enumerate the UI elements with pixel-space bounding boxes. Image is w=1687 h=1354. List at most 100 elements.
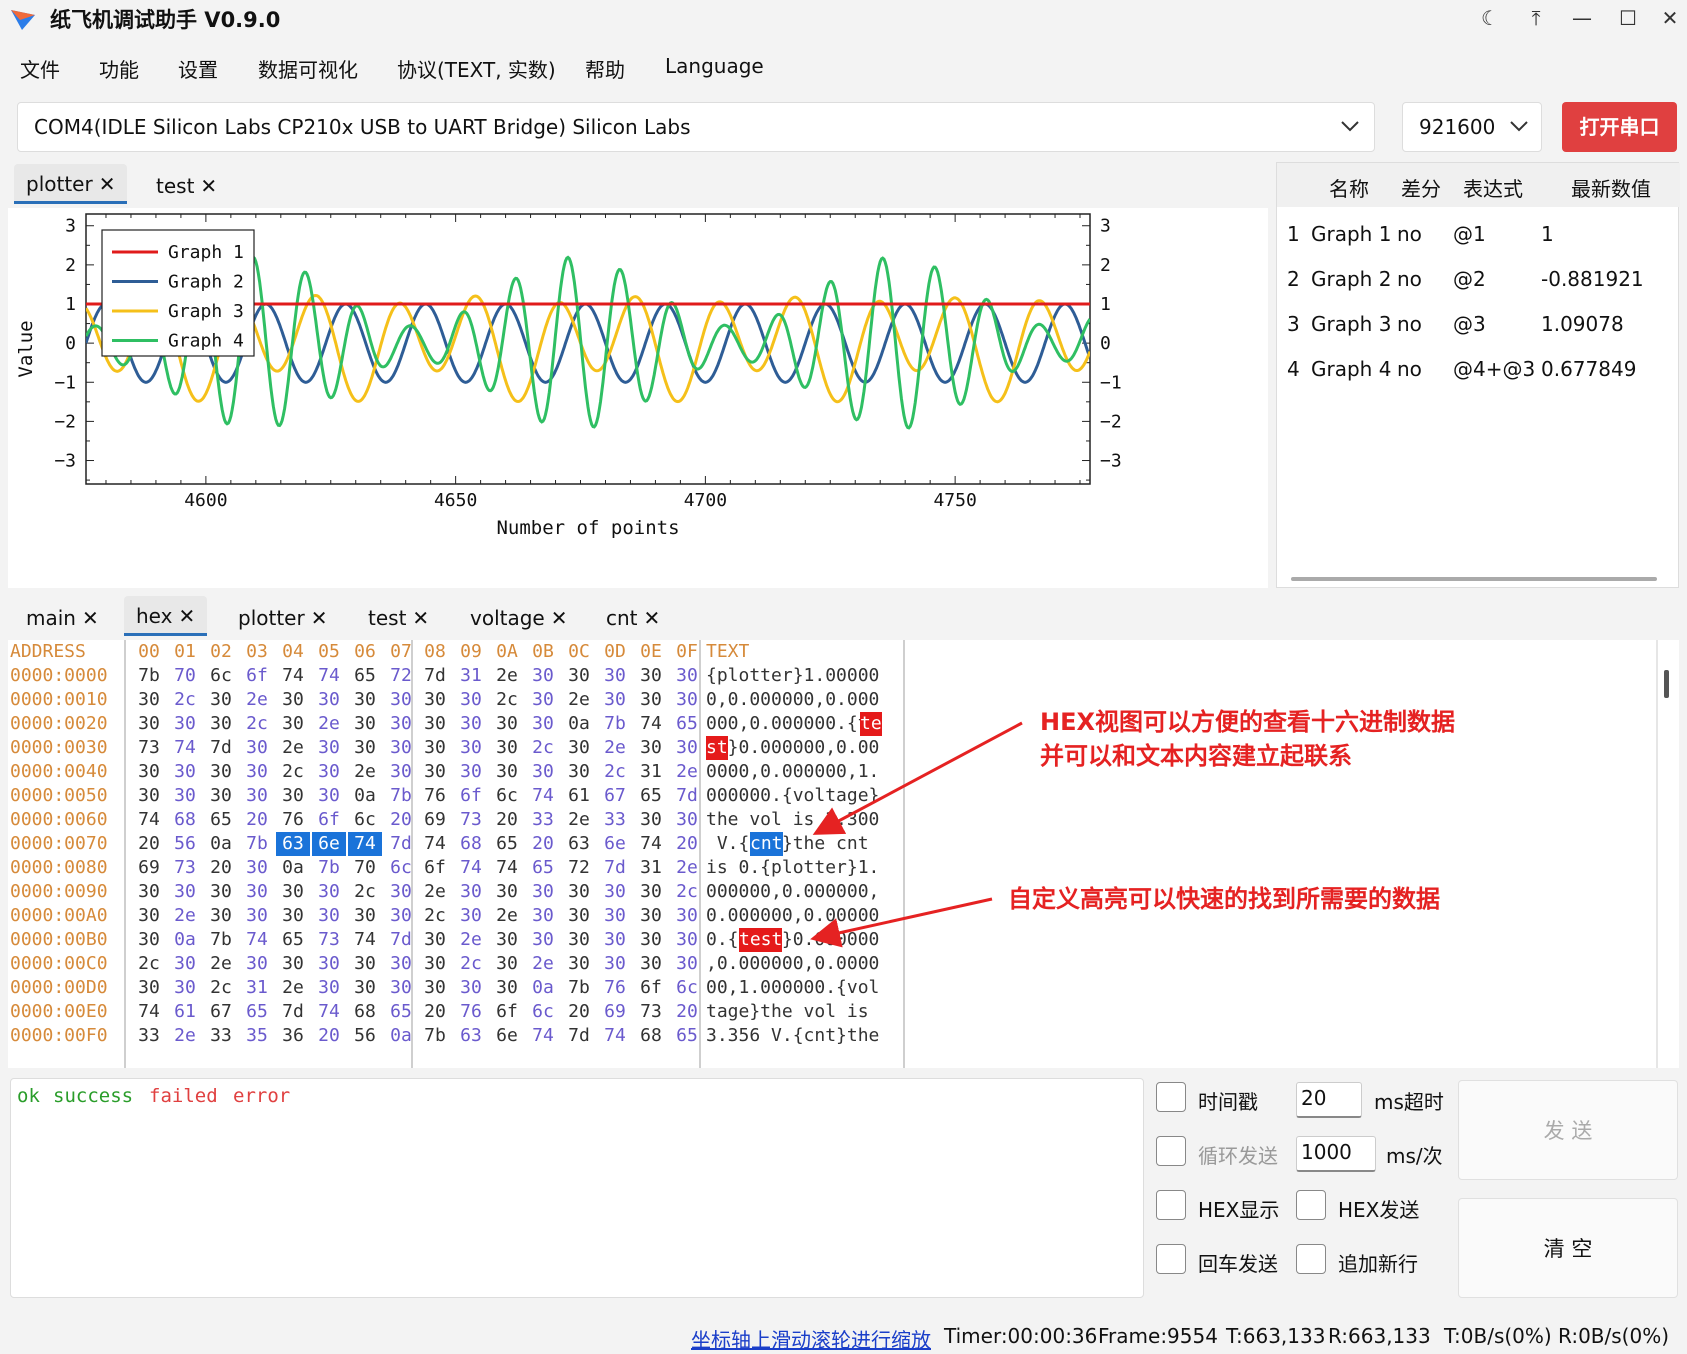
hex-byte[interactable]: 30 [526, 928, 560, 952]
hex-display-checkbox[interactable] [1156, 1190, 1186, 1220]
hex-byte[interactable]: 30 [418, 952, 452, 976]
hex-byte[interactable]: 30 [562, 880, 596, 904]
hex-byte[interactable]: 30 [454, 976, 488, 1000]
hex-byte[interactable]: 2e [312, 712, 346, 736]
tab-cnt[interactable]: cnt ✕ [594, 598, 672, 638]
hex-byte[interactable]: 6c [670, 976, 704, 1000]
table-row[interactable]: 3 Graph 3 no @3 1.09078 [1277, 302, 1680, 347]
hex-byte[interactable]: 30 [634, 880, 668, 904]
hex-byte[interactable]: 30 [348, 688, 382, 712]
hex-byte[interactable]: 30 [418, 688, 452, 712]
hex-byte[interactable]: 2e [670, 856, 704, 880]
hex-byte[interactable]: 2c [204, 976, 238, 1000]
hex-byte[interactable]: 67 [598, 784, 632, 808]
hex-byte[interactable]: 30 [526, 760, 560, 784]
baud-select[interactable]: 921600 [1402, 102, 1542, 152]
hex-byte[interactable]: 2e [490, 664, 524, 688]
send-button[interactable]: 发 送 [1458, 1080, 1678, 1180]
hex-text[interactable]: 000000,0.000000, [706, 880, 879, 904]
hex-byte[interactable]: 30 [598, 664, 632, 688]
hex-byte[interactable]: 0a [384, 1024, 418, 1048]
hex-text[interactable]: the vol is 3.300 [706, 808, 879, 832]
hex-byte[interactable]: 30 [312, 880, 346, 904]
hex-byte[interactable]: 7d [562, 1024, 596, 1048]
hex-byte[interactable]: 31 [240, 976, 274, 1000]
hex-byte[interactable]: 30 [312, 904, 346, 928]
hex-byte[interactable]: 7d [384, 928, 418, 952]
hex-byte[interactable]: 63 [454, 1024, 488, 1048]
hex-byte[interactable]: 30 [132, 760, 166, 784]
hex-byte[interactable]: 30 [634, 664, 668, 688]
hex-byte[interactable]: 30 [634, 736, 668, 760]
close-icon[interactable]: ✕ [99, 172, 116, 196]
cr-send-checkbox[interactable] [1156, 1244, 1186, 1274]
hex-byte[interactable]: 69 [598, 1000, 632, 1024]
hex-byte[interactable]: 30 [204, 760, 238, 784]
hex-byte[interactable]: 7d [598, 856, 632, 880]
hex-byte[interactable]: 7b [384, 784, 418, 808]
hex-byte[interactable]: 68 [634, 1024, 668, 1048]
hex-byte[interactable]: 2e [168, 904, 202, 928]
hex-byte[interactable]: 67 [204, 1000, 238, 1024]
hex-byte[interactable]: 2c [240, 712, 274, 736]
hex-byte[interactable]: 6f [418, 856, 452, 880]
hex-byte[interactable]: 30 [670, 808, 704, 832]
hex-byte[interactable]: 6c [526, 1000, 560, 1024]
hex-byte[interactable]: 2e [598, 736, 632, 760]
hex-byte[interactable]: 30 [526, 880, 560, 904]
hex-byte[interactable]: 30 [526, 712, 560, 736]
hex-byte[interactable]: 74 [348, 832, 382, 856]
hex-byte[interactable]: 30 [562, 952, 596, 976]
hex-byte[interactable]: 30 [276, 712, 310, 736]
hex-byte[interactable]: 73 [312, 928, 346, 952]
hex-byte[interactable]: 30 [312, 976, 346, 1000]
hex-byte[interactable]: 30 [490, 712, 524, 736]
loop-send-checkbox[interactable] [1156, 1136, 1186, 1166]
tab-hex[interactable]: hex ✕ [124, 596, 208, 636]
hex-byte[interactable]: 74 [526, 1024, 560, 1048]
hex-byte[interactable]: 7d [204, 736, 238, 760]
hex-text[interactable]: 0.{test}0.000000 [706, 928, 879, 952]
hex-byte[interactable]: 30 [454, 736, 488, 760]
hex-byte[interactable]: 6c [384, 856, 418, 880]
hex-byte[interactable]: 30 [418, 760, 452, 784]
hex-byte[interactable]: 2e [562, 688, 596, 712]
hex-byte[interactable]: 69 [418, 808, 452, 832]
hex-byte[interactable]: 30 [204, 784, 238, 808]
close-icon[interactable]: ✕ [412, 606, 429, 630]
hex-byte[interactable]: 73 [634, 1000, 668, 1024]
hex-byte[interactable]: 68 [348, 1000, 382, 1024]
hex-byte[interactable]: 20 [670, 1000, 704, 1024]
hex-byte[interactable]: 30 [670, 688, 704, 712]
hex-byte[interactable]: 30 [276, 904, 310, 928]
close-icon[interactable]: ✕ [82, 606, 99, 630]
hex-byte[interactable]: 30 [490, 976, 524, 1000]
pin-top-icon[interactable]: ⤒ [1514, 2, 1558, 34]
hex-byte[interactable]: 20 [384, 808, 418, 832]
hex-byte[interactable]: 61 [168, 1000, 202, 1024]
hex-text[interactable]: tage}the vol is [706, 1000, 879, 1024]
hex-byte[interactable]: 30 [384, 712, 418, 736]
hex-byte[interactable]: 33 [132, 1024, 166, 1048]
hex-byte[interactable]: 63 [562, 832, 596, 856]
hex-send-checkbox[interactable] [1296, 1190, 1326, 1220]
hex-byte[interactable]: 30 [132, 928, 166, 952]
hex-byte[interactable]: 30 [598, 928, 632, 952]
hex-byte[interactable]: 20 [490, 808, 524, 832]
hex-text[interactable]: 00,1.000000.{vol [706, 976, 879, 1000]
table-row[interactable]: 4 Graph 4 no @4+@3 0.677849 [1277, 347, 1680, 392]
hex-byte[interactable]: 30 [562, 664, 596, 688]
hex-byte[interactable]: 2c [276, 760, 310, 784]
hex-byte[interactable]: 30 [348, 952, 382, 976]
hex-byte[interactable]: 0a [276, 856, 310, 880]
hex-byte[interactable]: 7d [418, 664, 452, 688]
hex-byte[interactable]: 65 [634, 784, 668, 808]
hex-byte[interactable]: 30 [526, 688, 560, 712]
hex-byte[interactable]: 63 [276, 832, 310, 856]
close-icon[interactable]: ✕ [311, 606, 328, 630]
hex-byte[interactable]: 30 [384, 904, 418, 928]
hex-text[interactable]: st}0.000000,0.00 [706, 736, 879, 760]
hex-byte[interactable]: 2e [204, 952, 238, 976]
hex-byte[interactable]: 73 [454, 808, 488, 832]
hex-byte[interactable]: 30 [348, 976, 382, 1000]
